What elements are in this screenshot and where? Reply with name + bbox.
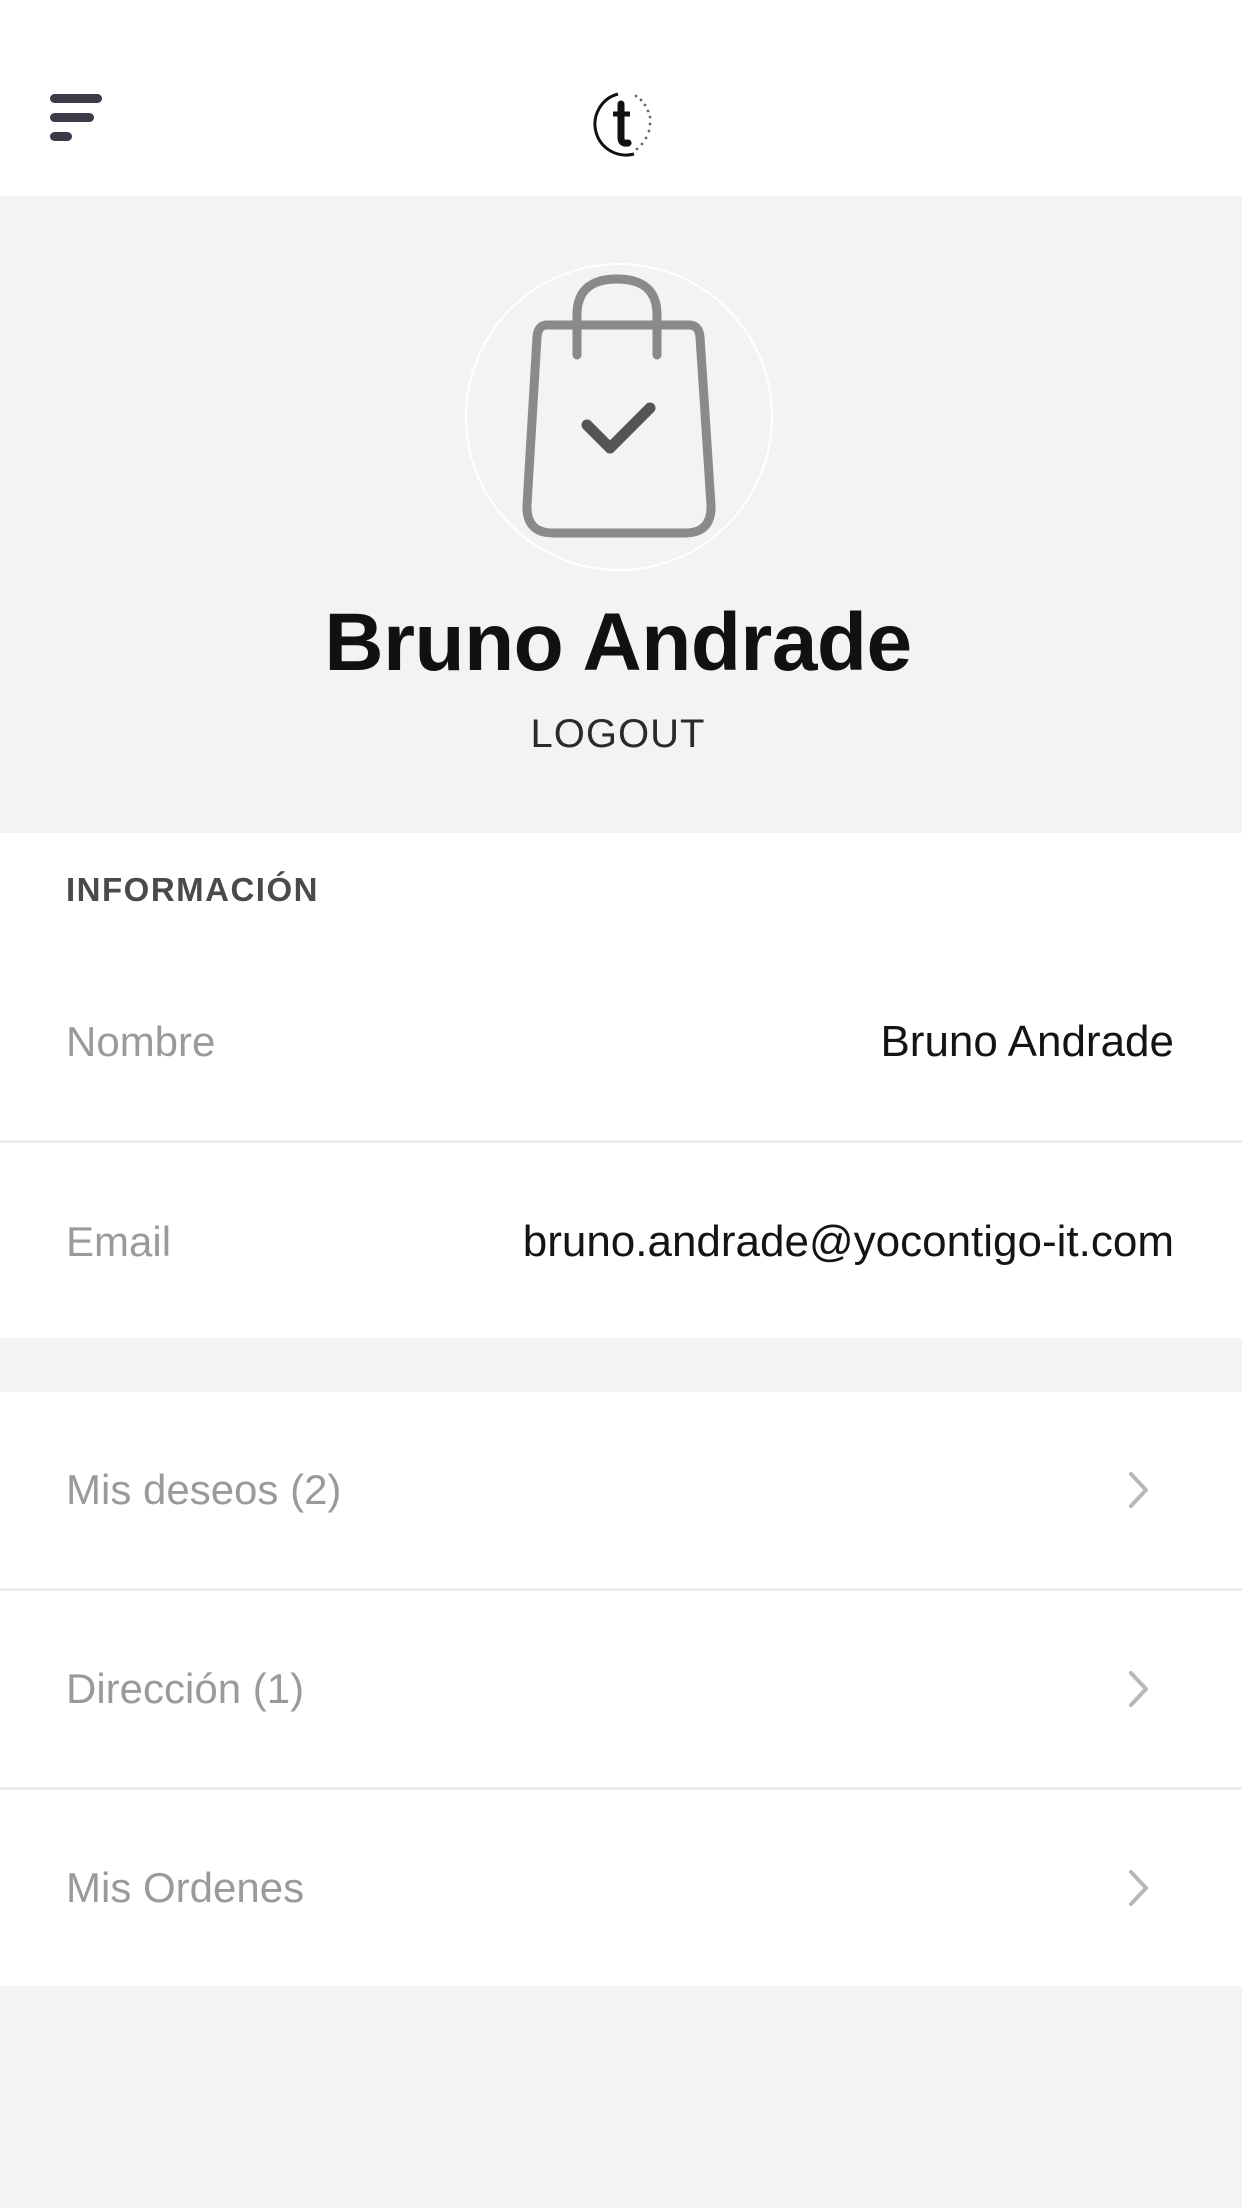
info-row-email: Email bruno.andrade@yocontigo-it.com [0,1143,1242,1341]
logout-button[interactable]: LOGOUT [0,712,1236,757]
info-label: Email [66,1218,172,1265]
info-value: Bruno Andrade [880,1017,1174,1066]
list-item-label: Mis deseos (2) [66,1466,342,1513]
chevron-right-icon [1129,1472,1148,1508]
menu-icon[interactable] [46,88,110,148]
brand-logo-icon[interactable] [588,88,664,158]
list-item-orders[interactable]: Mis Ordenes [0,1790,1242,1986]
list-item-wishlist[interactable]: Mis deseos (2) [0,1392,1242,1588]
list-item-label: Mis Ordenes [66,1864,305,1911]
info-section: INFORMACIÓN Nombre Bruno Andrade Email b… [0,833,1242,1338]
avatar [465,263,773,571]
user-name: Bruno Andrade [324,597,912,688]
chevron-right-icon [1129,1870,1148,1906]
section-title: INFORMACIÓN [66,871,319,908]
shopping-bag-check-icon [522,274,716,538]
top-bar [0,0,1242,196]
chevron-right-icon [1129,1671,1148,1707]
list-item-label: Dirección (1) [66,1665,305,1712]
info-row-name: Nombre Bruno Andrade [0,943,1242,1141]
info-label: Nombre [66,1018,216,1065]
account-links: Mis deseos (2) Dirección (1) Mis Ordenes [0,1392,1242,1986]
profile-header: Bruno Andrade LOGOUT [0,196,1242,832]
info-value: bruno.andrade@yocontigo-it.com [522,1217,1174,1266]
list-item-address[interactable]: Dirección (1) [0,1591,1242,1787]
